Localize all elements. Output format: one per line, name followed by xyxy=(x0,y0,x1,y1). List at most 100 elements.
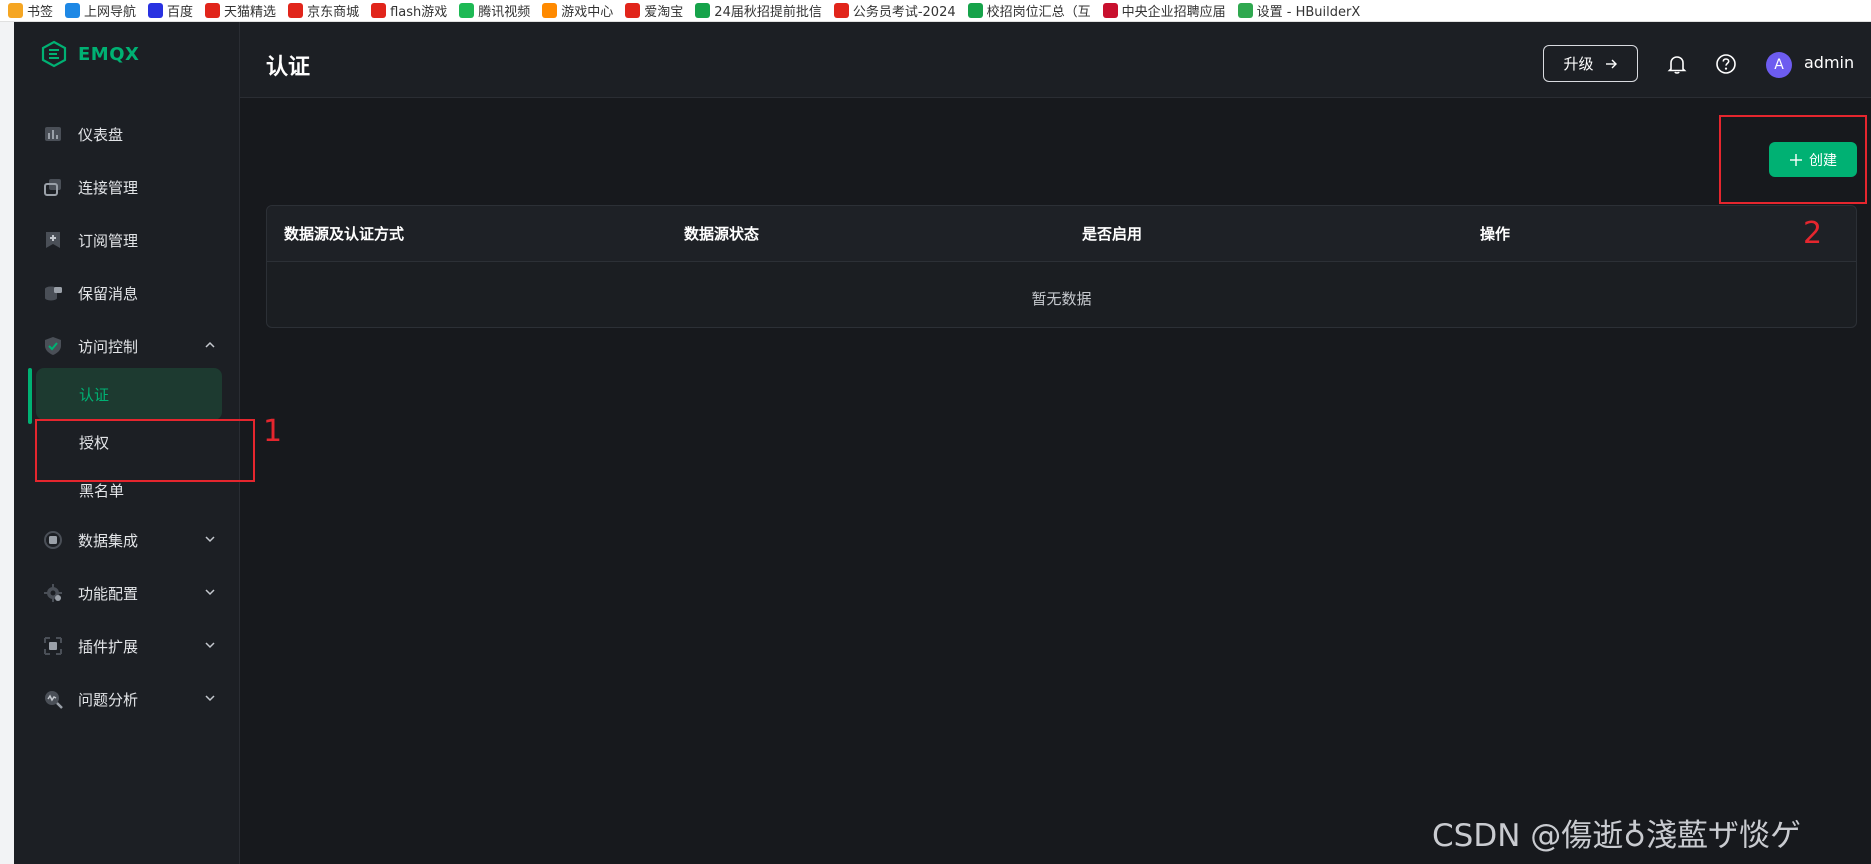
help-icon[interactable] xyxy=(1715,53,1737,75)
chevron-up-icon xyxy=(205,341,215,348)
sidebar-item-authentication[interactable]: 认证 xyxy=(14,370,240,418)
sheet-icon xyxy=(967,3,983,18)
baidu-paw-icon xyxy=(148,3,164,18)
bookmark-label: 校招岗位汇总（互 xyxy=(986,5,1091,20)
emqx-logo-icon xyxy=(41,40,67,68)
data-integration-icon xyxy=(42,529,64,551)
window-gutter xyxy=(0,22,14,864)
sidebar-item-connections[interactable]: 连接管理 xyxy=(14,163,240,211)
sidebar-item-label: 连接管理 xyxy=(78,178,139,197)
column-header: 数据源状态 xyxy=(684,225,760,243)
top-header: 认证 升级 A admin xyxy=(240,22,1871,98)
bookmark-item[interactable]: 中央企业招聘应届 xyxy=(1102,0,1226,21)
sidebar-item-dashboard[interactable]: 仪表盘 xyxy=(14,110,240,158)
authentication-table: 数据源及认证方式 数据源状态 是否启用 操作 暂无数据 xyxy=(266,205,1857,328)
bookmark-label: flash游戏 xyxy=(390,5,448,20)
bookmark-item[interactable]: 上网导航 xyxy=(65,0,137,21)
annotation-box-2 xyxy=(1719,115,1867,204)
bookmark-label: 游戏中心 xyxy=(561,5,614,20)
bookmark-label: 天猫精选 xyxy=(224,5,277,20)
sidebar-item-label: 认证 xyxy=(79,385,110,404)
upgrade-button[interactable]: 升级 xyxy=(1543,45,1638,82)
column-header: 是否启用 xyxy=(1082,225,1143,243)
sidebar-item-label: 数据集成 xyxy=(78,531,139,550)
bookmark-label: 公务员考试-2024 xyxy=(852,5,956,20)
chevron-down-icon xyxy=(205,642,215,649)
bookmark-label: 24届秋招提前批信 xyxy=(714,5,822,20)
annotation-box-1 xyxy=(35,419,255,482)
upgrade-button-label: 升级 xyxy=(1563,55,1594,73)
bookmark-label: 中央企业招聘应届 xyxy=(1121,5,1226,20)
sidebar-item-plugins[interactable]: 插件扩展 xyxy=(14,622,240,670)
bookmark-label: 上网导航 xyxy=(84,5,137,20)
chevron-down-icon xyxy=(205,695,215,702)
bookmark-item[interactable]: 游戏中心 xyxy=(542,0,614,21)
sidebar-item-configuration[interactable]: 功能配置 xyxy=(14,569,240,617)
sidebar-item-label: 访问控制 xyxy=(78,337,139,356)
bookmark-item[interactable]: 百度 xyxy=(148,0,194,21)
bookmark-item[interactable]: 24届秋招提前批信 xyxy=(695,0,822,21)
chevron-down-icon xyxy=(205,536,215,543)
bookmark-item[interactable]: 天猫精选 xyxy=(205,0,277,21)
column-header: 操作 xyxy=(1480,225,1511,243)
sidebar-item-label: 功能配置 xyxy=(78,584,139,603)
sidebar-item-label: 问题分析 xyxy=(78,690,139,709)
bookmark-label: 京东商城 xyxy=(307,5,360,20)
bookmark-item[interactable]: 腾讯视频 xyxy=(459,0,531,21)
annotation-number-2: 2 xyxy=(1803,216,1823,251)
sidebar-item-label: 黑名单 xyxy=(79,481,125,500)
dashboard-icon xyxy=(42,123,64,145)
tencent-video-icon xyxy=(459,3,475,18)
column-header: 数据源及认证方式 xyxy=(284,225,405,243)
sidebar-item-label: 插件扩展 xyxy=(78,637,139,656)
bookmark-item[interactable]: 公务员考试-2024 xyxy=(833,0,956,21)
table-header: 数据源及认证方式 数据源状态 是否启用 操作 xyxy=(267,206,1856,262)
tmall-icon xyxy=(205,3,221,18)
bookmark-label: 百度 xyxy=(167,5,194,20)
bookmark-item[interactable]: 京东商城 xyxy=(288,0,360,21)
sidebar-item-label: 保留消息 xyxy=(78,284,139,303)
logo[interactable]: EMQX xyxy=(40,40,139,68)
sidebar-item-label: 仪表盘 xyxy=(78,125,124,144)
empty-state-text: 暂无数据 xyxy=(1031,290,1092,308)
bookmarks-bar: 书签 上网导航 百度 天猫精选 京东商城 flash游戏 腾讯视频 游戏中心 爱淘宝 24届秋招提… xyxy=(0,0,1871,22)
game-icon xyxy=(542,3,558,18)
bookmark-label: 书签 xyxy=(27,5,54,20)
subscriptions-icon xyxy=(42,229,64,251)
watermark: CSDN @傷逝♁淺藍ザ惔ゲ xyxy=(1432,818,1801,854)
star-icon xyxy=(8,3,23,18)
plugin-icon xyxy=(42,635,64,657)
bookmark-item[interactable]: 书签 xyxy=(8,0,54,21)
sidebar-item-retained[interactable]: 保留消息 xyxy=(14,269,240,317)
sidebar-item-data-integration[interactable]: 数据集成 xyxy=(14,516,240,564)
connections-icon xyxy=(42,176,64,198)
username[interactable]: admin xyxy=(1804,53,1854,72)
sidebar-item-subscriptions[interactable]: 订阅管理 xyxy=(14,216,240,264)
page-title: 认证 xyxy=(266,55,311,80)
settings-gear-icon xyxy=(42,582,64,604)
hbuilder-icon xyxy=(1237,3,1253,18)
sub-item-active-wrap: 认证 xyxy=(14,368,240,424)
avatar[interactable]: A xyxy=(1766,52,1792,78)
retained-messages-icon xyxy=(42,282,64,304)
bookmark-label: 腾讯视频 xyxy=(478,5,531,20)
sidebar-item-diagnose[interactable]: 问题分析 xyxy=(14,675,240,723)
flash-icon xyxy=(371,3,387,18)
shield-icon xyxy=(42,335,64,357)
chevron-down-icon xyxy=(205,589,215,596)
bookmark-item[interactable]: 设置 - HBuilderX xyxy=(1237,0,1361,21)
exam-icon xyxy=(833,3,849,18)
sidebar-item-access-control[interactable]: 访问控制 xyxy=(14,322,240,370)
app-name: EMQX xyxy=(78,43,140,65)
soe-icon xyxy=(1102,3,1118,18)
bookmark-label: 爱淘宝 xyxy=(644,5,684,20)
bookmark-label: 设置 - HBuilderX xyxy=(1256,5,1361,20)
bookmark-item[interactable]: 校招岗位汇总（互 xyxy=(967,0,1091,21)
taobao-icon xyxy=(625,3,641,18)
ie-icon xyxy=(65,3,81,18)
bookmark-item[interactable]: flash游戏 xyxy=(371,0,448,21)
diagnose-icon xyxy=(42,688,64,710)
sheet-icon xyxy=(695,3,711,18)
bookmark-item[interactable]: 爱淘宝 xyxy=(625,0,684,21)
bell-icon[interactable] xyxy=(1666,53,1688,75)
